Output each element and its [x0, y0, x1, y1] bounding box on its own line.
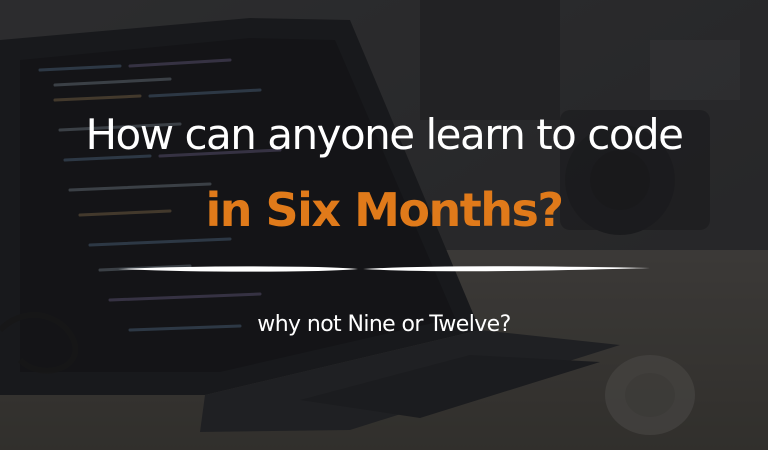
divider-swoosh	[118, 266, 650, 272]
hero-banner: How can anyone learn to code in Six Mont…	[0, 0, 768, 450]
headline-line-1: How can anyone learn to code	[85, 110, 684, 159]
subtitle: why not Nine or Twelve?	[257, 312, 511, 337]
headline-line-2: in Six Months?	[205, 183, 564, 237]
